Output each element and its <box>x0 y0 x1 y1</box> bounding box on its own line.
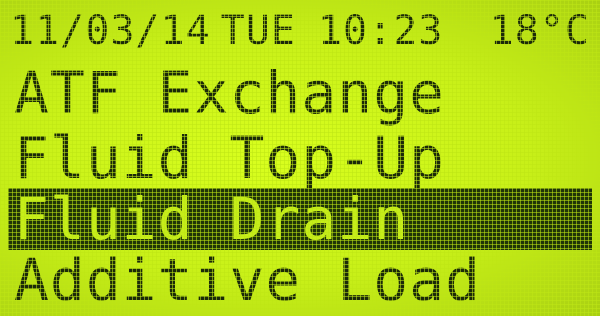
menu-item-fluid-top-up[interactable]: Fluid Top-Up <box>8 127 592 189</box>
status-bar: 11/03/14 TUE 10:23 18°C <box>10 6 590 56</box>
temperature-readout: 18°C <box>489 8 590 54</box>
time-readout: 10:23 <box>317 8 444 54</box>
menu-item-fluid-drain-selected[interactable]: Fluid Drain <box>8 188 592 250</box>
lcd-display: 11/03/14 TUE 10:23 18°C ATF Exchange Flu… <box>0 0 600 316</box>
menu-item-additive-load[interactable]: Additive Load <box>8 249 592 311</box>
weekday-readout: TUE <box>220 8 296 54</box>
date-readout: 11/03/14 <box>10 8 211 54</box>
menu-item-atf-exchange[interactable]: ATF Exchange <box>8 62 592 124</box>
